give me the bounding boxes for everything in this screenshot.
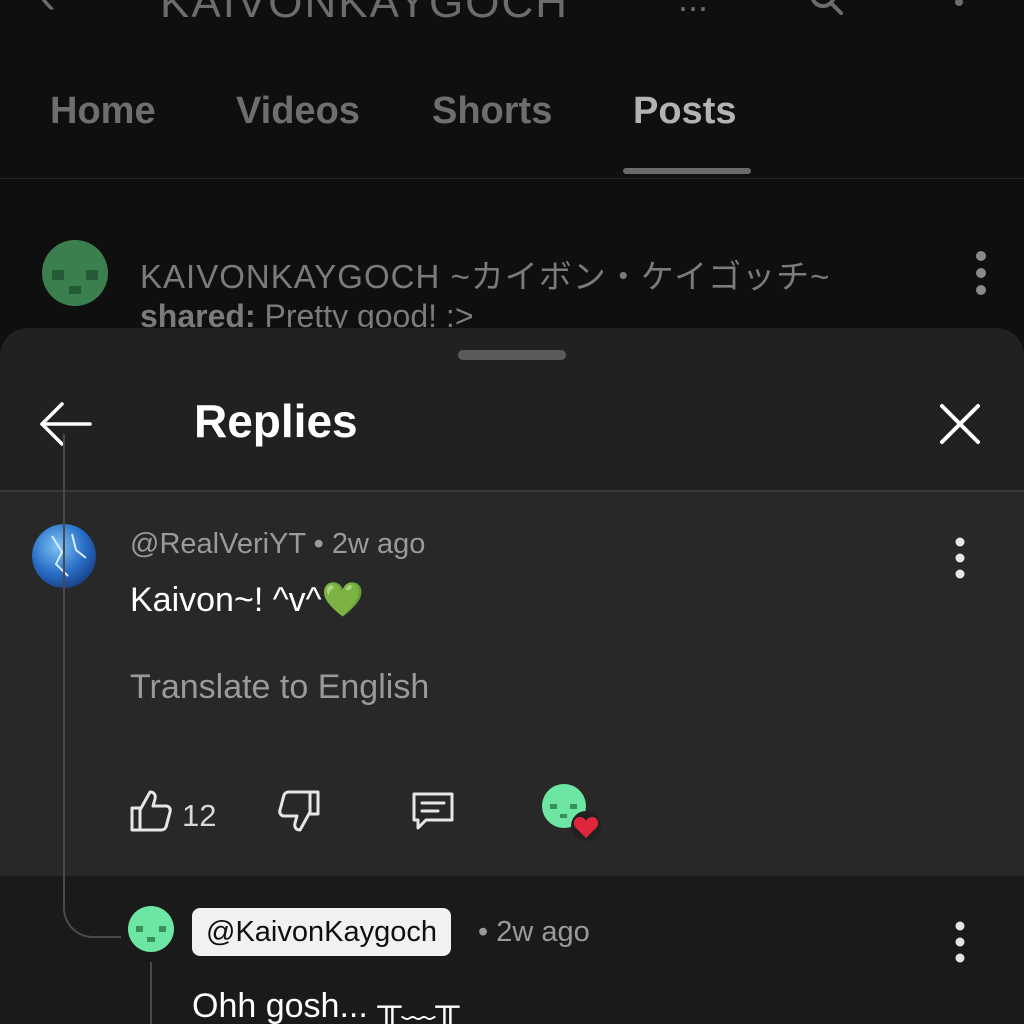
post-author[interactable]: KAIVONKAYGOCH ~カイボン・ケイゴッチ~ (140, 250, 830, 298)
green-heart-emoji: 💚 (321, 581, 364, 619)
parent-comment: @RealVeriYT • 2w ago Kaivon~! ^v^💚 Trans… (0, 492, 1024, 876)
drag-handle[interactable] (458, 350, 566, 360)
slime-face-icon (52, 270, 98, 294)
channel-tabs: Home Videos Shorts Posts (0, 82, 1024, 179)
reply-time: • 2w ago (478, 916, 590, 948)
search-icon[interactable] (808, 0, 844, 16)
comment-time: 2w ago (331, 528, 426, 560)
comment-meta: @RealVeriYT • 2w ago (130, 528, 425, 561)
sheet-header: Replies (0, 364, 1024, 492)
reply-avatar[interactable] (128, 906, 174, 952)
creator-handle-chip[interactable]: @KaivonKaygoch (192, 908, 451, 956)
app-bar: ‹ KAIVONKAYGOCH ... (0, 0, 1024, 60)
close-icon[interactable] (938, 402, 982, 446)
tab-videos[interactable]: Videos (236, 90, 360, 133)
thread-connector (63, 876, 121, 938)
slime-face-icon (136, 926, 166, 942)
active-tab-indicator (623, 168, 751, 174)
tab-home[interactable]: Home (50, 90, 156, 133)
reply-text: Ohh gosh... ╥﹏╥ (192, 987, 460, 1024)
meta-separator: • (305, 528, 332, 560)
more-vert-icon[interactable] (946, 920, 974, 964)
title-ellipsis: ... (678, 0, 708, 20)
more-vert-icon[interactable] (946, 536, 974, 580)
channel-avatar[interactable] (42, 240, 108, 306)
reply-comment: @KaivonKaygoch • 2w ago Ohh gosh... ╥﹏╥ (0, 876, 1024, 1024)
thumbs-up-icon[interactable] (128, 788, 174, 834)
more-vert-icon[interactable] (948, 0, 970, 12)
post-card[interactable]: KAIVONKAYGOCH ~カイボン・ケイゴッチ~ shared: Prett… (0, 230, 1024, 340)
comment-body: Kaivon~! ^v^ (130, 581, 322, 619)
like-count: 12 (182, 798, 217, 833)
more-vert-icon[interactable] (966, 248, 996, 298)
reply-thread-line (150, 962, 152, 1024)
comment-author[interactable]: @RealVeriYT (130, 528, 306, 560)
app-screen: ‹ KAIVONKAYGOCH ... Home Videos Shorts P… (0, 0, 1024, 1024)
thumbs-down-icon[interactable] (276, 788, 322, 834)
back-icon[interactable]: ‹ (40, 0, 56, 25)
comment-text: Kaivon~! ^v^💚 (130, 580, 364, 620)
comment-actions: 12 (0, 784, 1024, 848)
reply-icon[interactable] (410, 788, 456, 834)
sheet-title: Replies (194, 395, 358, 447)
channel-title: KAIVONKAYGOCH (160, 0, 570, 27)
arrow-left-icon[interactable] (38, 400, 94, 448)
translate-button[interactable]: Translate to English (130, 668, 429, 707)
creator-heart-icon[interactable] (540, 782, 604, 846)
replies-sheet: Replies @RealVeriYT • 2w ago Kaivon~! ^v… (0, 328, 1024, 1024)
tab-posts[interactable]: Posts (633, 90, 736, 133)
tab-shorts[interactable]: Shorts (432, 90, 552, 133)
